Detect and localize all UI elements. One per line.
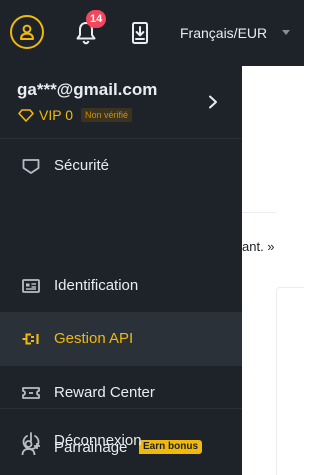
- menu-item-identification[interactable]: Identification: [0, 259, 242, 313]
- page-divider: [242, 212, 276, 213]
- chevron-right-icon: [209, 95, 217, 109]
- account-dropdown-menu: ga***@gmail.com VIP 0 Non vérifié Sécuri…: [0, 66, 242, 475]
- verification-status-badge: Non vérifié: [81, 108, 133, 122]
- diamond-icon: [18, 108, 34, 122]
- menu-item-label: Reward Center: [54, 384, 155, 401]
- menu-item-label: Déconnexion: [54, 432, 142, 449]
- id-card-icon: [22, 279, 40, 293]
- power-icon: [22, 432, 40, 450]
- user-icon: [20, 24, 34, 40]
- menu-item-label: Identification: [54, 277, 139, 294]
- notification-count-badge: 14: [86, 10, 107, 28]
- menu-item-gestion-api[interactable]: Gestion API: [0, 312, 242, 366]
- page-partial-text: ant. »: [242, 239, 275, 254]
- account-email: ga***@gmail.com: [17, 80, 158, 99]
- page-card: [276, 287, 304, 475]
- menu-item-securite[interactable]: Sécurité: [0, 139, 242, 193]
- top-bar: 14 Français/EUR: [0, 0, 304, 66]
- download-icon: [132, 22, 148, 44]
- menu-item-deconnexion[interactable]: Déconnexion: [0, 414, 242, 468]
- menu-item-reward-center[interactable]: Reward Center: [0, 366, 242, 420]
- menu-item-label: Gestion API: [54, 330, 134, 347]
- vip-level: VIP 0: [39, 107, 73, 123]
- vip-row: VIP 0 Non vérifié: [18, 106, 133, 124]
- menu-divider: [0, 408, 242, 409]
- ticket-icon: [22, 387, 40, 399]
- caret-down-icon[interactable]: [282, 30, 290, 35]
- account-summary[interactable]: ga***@gmail.com VIP 0 Non vérifié: [0, 66, 242, 138]
- download-app-button[interactable]: [130, 21, 150, 45]
- api-key-icon: [22, 333, 39, 345]
- menu-item-label: Sécurité: [54, 157, 110, 174]
- account-avatar-button[interactable]: [10, 15, 44, 49]
- language-currency-selector[interactable]: Français/EUR: [180, 23, 267, 43]
- monitor-shield-icon: [22, 159, 40, 174]
